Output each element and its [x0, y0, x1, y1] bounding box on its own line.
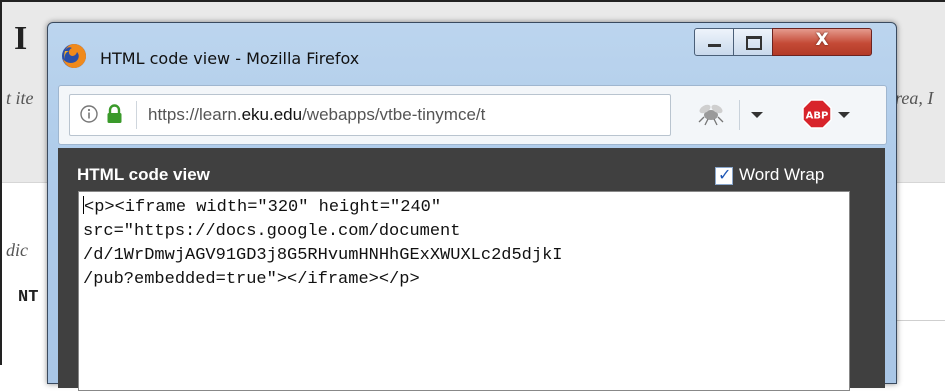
maximize-icon	[746, 36, 762, 50]
code-line: /d/1WrDmwjAGV91GD3j8G5RHvumHNHhGExXWUXLc…	[83, 246, 563, 265]
url-prefix: https://learn.	[148, 105, 242, 124]
minimize-icon	[708, 44, 721, 47]
background-frame-top	[0, 0, 945, 2]
url-bar[interactable]: https://learn.eku.edu/webapps/vtbe-tinym…	[69, 94, 671, 136]
navigation-toolbar: https://learn.eku.edu/webapps/vtbe-tinym…	[58, 85, 887, 145]
code-line: /pub?embedded=true"></iframe></p>	[83, 270, 420, 289]
background-frame-left	[0, 0, 2, 365]
background-italic-text-left: t ite	[6, 88, 34, 108]
maximize-button[interactable]	[733, 28, 773, 56]
html-code-textarea[interactable]: <p><iframe width="320" height="240" src="…	[78, 191, 850, 391]
chevron-down-icon[interactable]	[751, 112, 763, 118]
background-divider	[893, 320, 945, 321]
word-wrap-label[interactable]: Word Wrap	[739, 165, 824, 185]
url-text[interactable]: https://learn.eku.edu/webapps/vtbe-tinym…	[148, 105, 485, 125]
adblock-label: ABP	[806, 111, 829, 122]
checkmark-icon: ✓	[718, 165, 732, 184]
lock-icon[interactable]	[106, 104, 123, 124]
bug-icon[interactable]	[694, 100, 728, 128]
word-wrap-checkbox[interactable]: ✓	[715, 165, 733, 185]
background-italic-text-left-2: dic	[6, 240, 28, 260]
background-heading: I	[14, 20, 28, 57]
minimize-button[interactable]	[694, 28, 734, 56]
window-title: HTML code view - Mozilla Firefox	[100, 49, 360, 68]
firefox-popup-window: HTML code view - Mozilla Firefox X https…	[47, 22, 897, 391]
code-view-panel: HTML code view ✓ Word Wrap <p><iframe wi…	[58, 148, 885, 391]
url-domain: eku.edu	[241, 105, 303, 124]
toolbar-separator	[739, 100, 740, 130]
adblock-plus-icon[interactable]: ABP	[801, 98, 833, 130]
url-suffix: /webapps/vtbe-tinymce/t	[302, 105, 486, 124]
firefox-logo-icon	[62, 44, 86, 68]
background-italic-text-right: rea, I	[895, 88, 934, 108]
close-button[interactable]: X	[772, 28, 872, 56]
code-view-title: HTML code view	[77, 165, 210, 184]
close-icon: X	[815, 30, 829, 50]
info-icon[interactable]	[80, 105, 98, 123]
code-line: <p><iframe width="320" height="240"	[83, 196, 845, 220]
window-titlebar[interactable]: HTML code view - Mozilla Firefox X	[48, 23, 896, 81]
background-bold-text-left: NT	[18, 288, 39, 307]
url-separator	[136, 101, 137, 129]
adblock-menu-chevron-icon[interactable]	[838, 112, 850, 118]
code-line: src="https://docs.google.com/document	[83, 222, 461, 241]
